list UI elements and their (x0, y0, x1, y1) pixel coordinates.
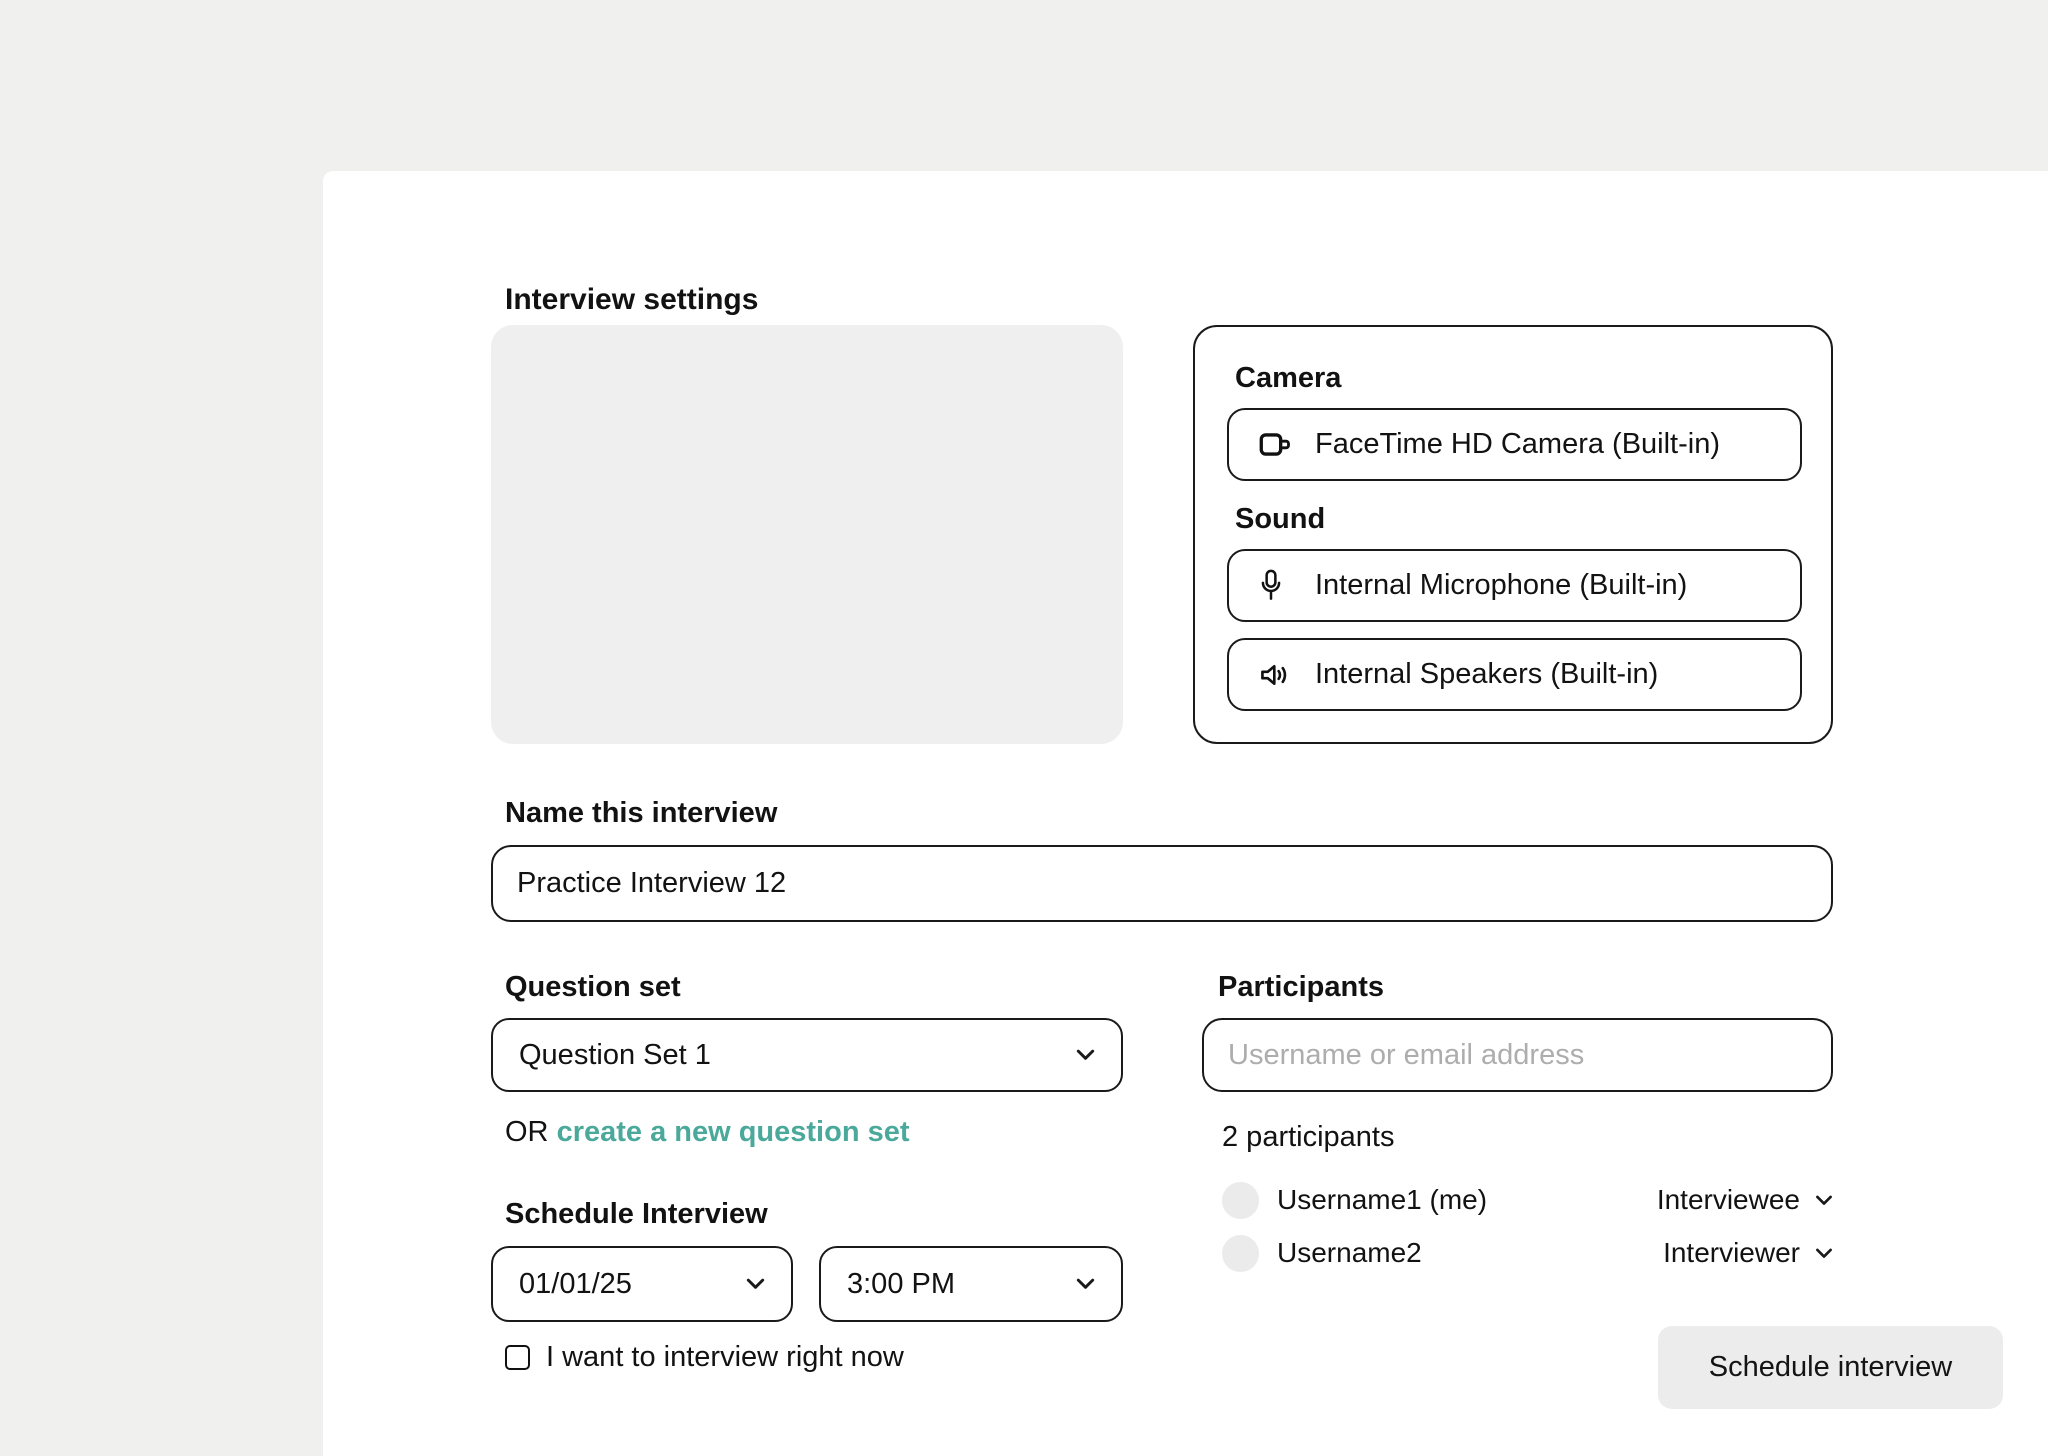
avatar (1222, 1235, 1259, 1272)
page-title: Interview settings (505, 282, 758, 318)
interview-now-checkbox[interactable] (505, 1345, 530, 1370)
camera-device-button[interactable]: FaceTime HD Camera (Built-in) (1227, 408, 1802, 481)
participant-role-select[interactable]: Interviewer (1663, 1237, 1833, 1269)
schedule-interview-button[interactable]: Schedule interview (1658, 1326, 2003, 1409)
question-set-label: Question set (505, 970, 681, 1004)
camera-preview (491, 325, 1123, 744)
camera-section-label: Camera (1235, 361, 1799, 395)
avatar (1222, 1182, 1259, 1219)
participant-row: Username1 (me) Interviewee (1222, 1178, 1833, 1222)
participant-role-value: Interviewer (1663, 1237, 1800, 1269)
name-interview-label: Name this interview (505, 796, 777, 830)
question-set-or-line: OR create a new question set (505, 1114, 910, 1150)
device-settings-panel: Camera FaceTime HD Camera (Built-in) Sou… (1193, 325, 1833, 744)
participant-name: Username1 (me) (1277, 1184, 1487, 1216)
chevron-down-icon (1076, 1049, 1095, 1061)
time-select[interactable]: 3:00 PM (819, 1246, 1123, 1322)
question-set-value: Question Set 1 (519, 1039, 711, 1072)
interview-now-label: I want to interview right now (546, 1340, 904, 1374)
participants-label: Participants (1218, 970, 1384, 1004)
sound-section-label: Sound (1235, 502, 1799, 536)
video-camera-icon (1259, 431, 1301, 458)
create-question-set-link[interactable]: create a new question set (557, 1116, 910, 1148)
interview-now-row[interactable]: I want to interview right now (505, 1340, 904, 1374)
chevron-down-icon (1076, 1278, 1095, 1290)
speakers-device-button[interactable]: Internal Speakers (Built-in) (1227, 638, 1802, 711)
microphone-icon (1259, 569, 1301, 602)
time-value: 3:00 PM (847, 1268, 955, 1301)
speaker-icon (1259, 661, 1301, 689)
microphone-device-name: Internal Microphone (Built-in) (1315, 569, 1687, 602)
participant-role-value: Interviewee (1657, 1184, 1800, 1216)
participant-name: Username2 (1277, 1237, 1422, 1269)
chevron-down-icon (1815, 1195, 1833, 1206)
interview-name-input[interactable] (491, 845, 1833, 922)
speakers-device-name: Internal Speakers (Built-in) (1315, 658, 1658, 691)
schedule-interview-label: Schedule Interview (505, 1197, 768, 1231)
or-text: OR (505, 1116, 549, 1148)
chevron-down-icon (746, 1278, 765, 1290)
microphone-device-button[interactable]: Internal Microphone (Built-in) (1227, 549, 1802, 622)
chevron-down-icon (1815, 1248, 1833, 1259)
date-select[interactable]: 01/01/25 (491, 1246, 793, 1322)
participant-role-select[interactable]: Interviewee (1657, 1184, 1833, 1216)
date-value: 01/01/25 (519, 1268, 632, 1301)
participants-count: 2 participants (1222, 1120, 1395, 1154)
question-set-select[interactable]: Question Set 1 (491, 1018, 1123, 1092)
camera-device-name: FaceTime HD Camera (Built-in) (1315, 428, 1720, 461)
participant-search-input[interactable] (1202, 1018, 1833, 1092)
participant-row: Username2 Interviewer (1222, 1231, 1833, 1275)
